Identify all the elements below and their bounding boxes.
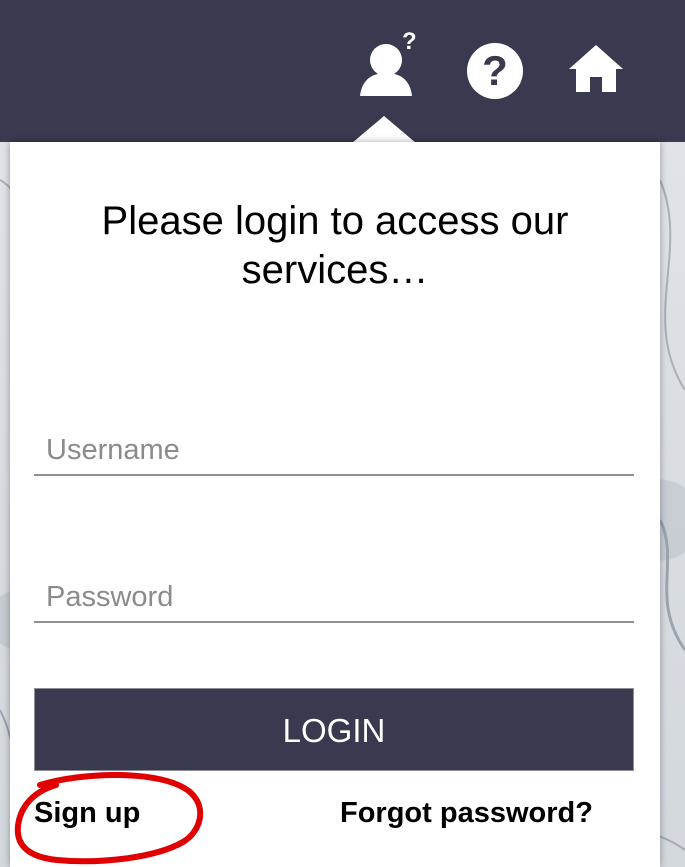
svg-text:?: ? — [402, 28, 417, 55]
dropdown-arrow — [352, 116, 416, 143]
svg-text:?: ? — [482, 47, 508, 94]
account-question-icon[interactable]: ? — [354, 28, 420, 100]
help-circle-icon[interactable]: ? — [466, 42, 526, 100]
username-field[interactable] — [34, 426, 634, 476]
sign-up-link[interactable]: Sign up — [34, 797, 140, 830]
login-title: Please login to access our services… — [101, 199, 569, 292]
top-navigation-bar: ? ? — [0, 0, 685, 142]
forgot-password-link[interactable]: Forgot password? — [340, 797, 593, 830]
login-dropdown-panel: Please login to access our services… LOG… — [10, 142, 660, 867]
password-field[interactable] — [34, 573, 634, 623]
home-icon[interactable] — [566, 42, 626, 96]
login-button[interactable]: LOGIN — [34, 688, 634, 771]
